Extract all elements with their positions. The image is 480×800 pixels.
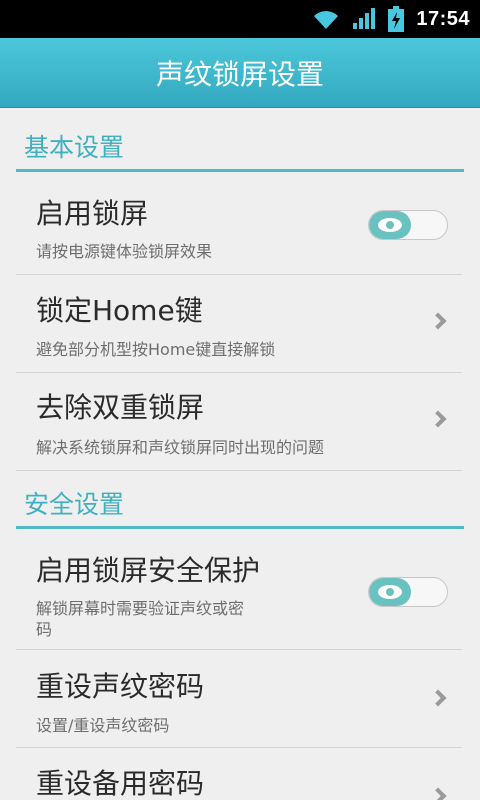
setting-subtitle: 避免部分机型按Home键直接解锁 (36, 340, 276, 359)
setting-title: 启用锁屏安全保护 (36, 554, 261, 587)
setting-remove-double-lock[interactable]: 去除双重锁屏 解决系统锁屏和声纹锁屏同时出现的问题 (16, 373, 462, 471)
setting-enable-lockscreen[interactable]: 启用锁屏 请按电源键体验锁屏效果 (16, 176, 462, 275)
toggle-knob (369, 211, 411, 239)
section-header-basic: 基本设置 (24, 133, 125, 162)
setting-subtitle-cont: 码 (36, 620, 53, 639)
setting-title: 锁定Home键 (36, 294, 203, 327)
section-divider (16, 526, 464, 529)
setting-title: 去除双重锁屏 (36, 391, 205, 424)
chevron-right-icon (429, 312, 447, 330)
title-bar: 声纹锁屏设置 (0, 38, 480, 108)
status-time: 17:54 (416, 7, 470, 30)
chevron-right-icon (429, 410, 447, 428)
eye-icon (378, 218, 402, 232)
setting-reset-voiceprint[interactable]: 重设声纹密码 设置/重设声纹密码 (16, 650, 462, 748)
setting-lock-home-key[interactable]: 锁定Home键 避免部分机型按Home键直接解锁 (16, 275, 462, 373)
setting-title: 重设备用密码 (36, 767, 205, 800)
setting-enable-security[interactable]: 启用锁屏安全保护 解锁屏幕时需要验证声纹或密 码 (16, 533, 462, 650)
setting-title: 重设声纹密码 (36, 670, 205, 703)
enable-lockscreen-toggle[interactable] (368, 210, 448, 240)
setting-subtitle: 请按电源键体验锁屏效果 (36, 242, 213, 261)
setting-subtitle: 解决系统锁屏和声纹锁屏同时出现的问题 (36, 438, 325, 457)
chevron-right-icon (429, 787, 447, 800)
page-title: 声纹锁屏设置 (155, 57, 324, 91)
battery-charging-icon (388, 6, 405, 32)
wifi-icon (312, 8, 340, 30)
setting-reset-backup-password[interactable]: 重设备用密码 (16, 748, 462, 800)
signal-icon (352, 8, 376, 30)
chevron-right-icon (429, 689, 447, 707)
section-header-security: 安全设置 (24, 490, 125, 519)
toggle-knob (369, 578, 411, 606)
status-bar: 17:54 (0, 0, 480, 38)
setting-title: 启用锁屏 (36, 197, 149, 230)
setting-subtitle: 设置/重设声纹密码 (36, 716, 170, 735)
section-divider (16, 169, 464, 172)
enable-security-toggle[interactable] (368, 577, 448, 607)
setting-subtitle: 解锁屏幕时需要验证声纹或密 (36, 599, 245, 618)
eye-icon (378, 585, 402, 599)
